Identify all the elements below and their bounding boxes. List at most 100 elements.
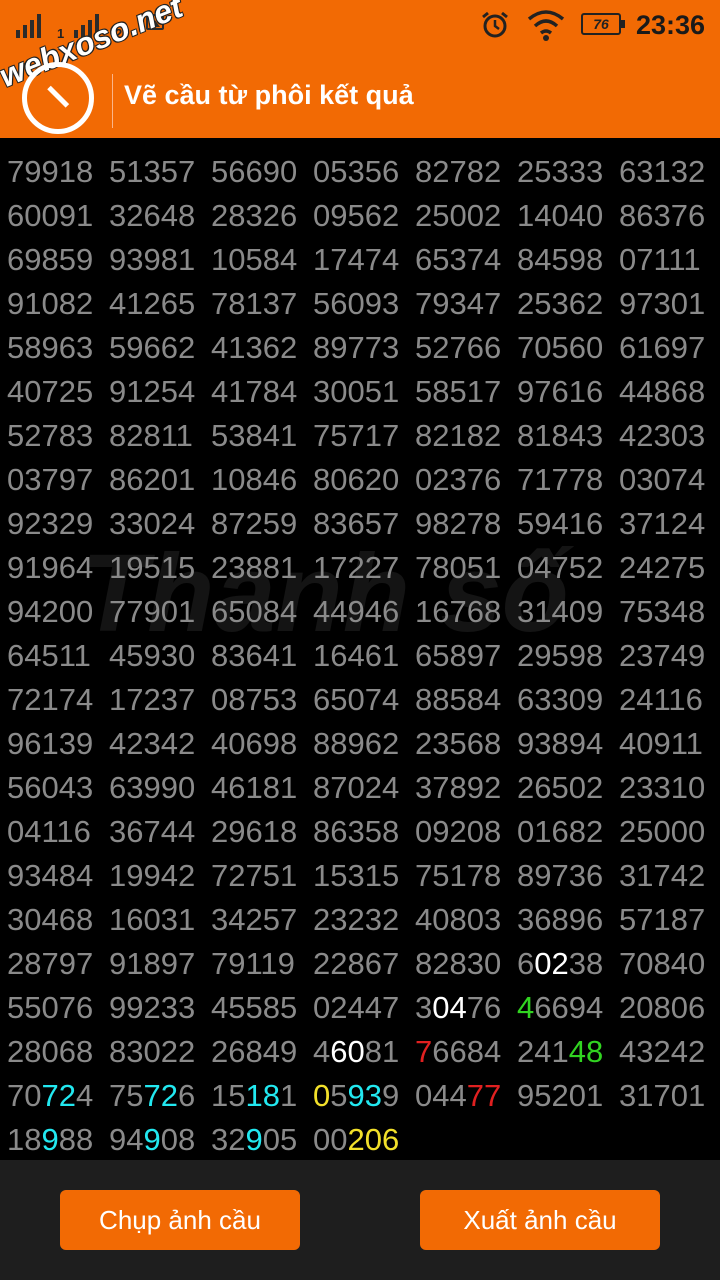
grid-cell[interactable]: 97616	[517, 374, 603, 410]
grid-cell[interactable]: 40725	[7, 374, 93, 410]
grid-cell[interactable]: 20806	[619, 990, 705, 1026]
grid-cell[interactable]: 91964	[7, 550, 93, 586]
grid-cell[interactable]: 55076	[7, 990, 93, 1026]
grid-cell[interactable]: 05356	[313, 154, 399, 190]
grid-cell[interactable]: 23881	[211, 550, 297, 586]
grid-cell[interactable]: 69859	[7, 242, 93, 278]
grid-cell[interactable]: 45930	[109, 638, 195, 674]
grid-cell[interactable]: 93981	[109, 242, 195, 278]
grid-cell[interactable]: 72751	[211, 858, 297, 894]
grid-cell[interactable]: 19942	[109, 858, 195, 894]
grid-cell[interactable]: 09208	[415, 814, 501, 850]
grid-cell[interactable]: 52766	[415, 330, 501, 366]
grid-cell[interactable]: 01682	[517, 814, 603, 850]
grid-cell[interactable]: 28797	[7, 946, 93, 982]
result-grid[interactable]: Thanh số 79918 51357 56690 05356 82782 25333 6…	[0, 138, 720, 1160]
grid-cell[interactable]: 22867	[313, 946, 399, 982]
grid-cell[interactable]: 56043	[7, 770, 93, 806]
grid-cell[interactable]: 37124	[619, 506, 705, 542]
grid-cell[interactable]: 93894	[517, 726, 603, 762]
clock-icon[interactable]	[22, 62, 94, 134]
grid-cell[interactable]: 80620	[313, 462, 399, 498]
grid-cell[interactable]: 25362	[517, 286, 603, 322]
grid-cell[interactable]: 94200	[7, 594, 93, 630]
grid-cell[interactable]: 17237	[109, 682, 195, 718]
grid-cell[interactable]: 82182	[415, 418, 501, 454]
grid-cell[interactable]: 40803	[415, 902, 501, 938]
grid-cell[interactable]: 92329	[7, 506, 93, 542]
grid-cell[interactable]: 86201	[109, 462, 195, 498]
grid-cell[interactable]: 36896	[517, 902, 603, 938]
capture-image-button[interactable]: Chụp ảnh cầu	[60, 1190, 300, 1250]
grid-cell[interactable]: 17474	[313, 242, 399, 278]
grid-cell[interactable]: 40911	[619, 726, 703, 762]
grid-cell[interactable]: 19515	[109, 550, 195, 586]
grid-cell[interactable]: 32648	[109, 198, 195, 234]
grid-cell[interactable]: 86376	[619, 198, 705, 234]
grid-cell[interactable]: 00206	[313, 1122, 399, 1158]
grid-cell[interactable]: 63990	[109, 770, 195, 806]
grid-cell[interactable]: 14040	[517, 198, 603, 234]
grid-cell[interactable]: 76684	[415, 1034, 501, 1070]
grid-cell[interactable]: 32905	[211, 1122, 297, 1158]
grid-cell[interactable]: 91082	[7, 286, 93, 322]
grid-cell[interactable]: 23232	[313, 902, 399, 938]
grid-cell[interactable]: 75178	[415, 858, 501, 894]
grid-cell[interactable]: 61697	[619, 330, 705, 366]
grid-cell[interactable]: 23310	[619, 770, 705, 806]
grid-cell[interactable]: 42342	[109, 726, 195, 762]
grid-cell[interactable]: 70560	[517, 330, 603, 366]
grid-cell[interactable]: 25333	[517, 154, 603, 190]
grid-cell[interactable]: 82782	[415, 154, 501, 190]
grid-cell[interactable]: 26849	[211, 1034, 297, 1070]
grid-cell[interactable]: 29598	[517, 638, 603, 674]
grid-cell[interactable]: 75726	[109, 1078, 195, 1114]
grid-cell[interactable]: 43242	[619, 1034, 705, 1070]
grid-cell[interactable]: 56690	[211, 154, 297, 190]
grid-cell[interactable]: 30468	[7, 902, 93, 938]
grid-cell[interactable]: 26502	[517, 770, 603, 806]
grid-cell[interactable]: 71778	[517, 462, 603, 498]
grid-cell[interactable]: 16031	[109, 902, 195, 938]
grid-cell[interactable]: 29618	[211, 814, 297, 850]
grid-cell[interactable]: 58517	[415, 374, 501, 410]
grid-cell[interactable]: 45585	[211, 990, 297, 1026]
grid-cell[interactable]: 04477	[415, 1078, 501, 1114]
grid-cell[interactable]: 91897	[109, 946, 195, 982]
grid-cell[interactable]: 41265	[109, 286, 195, 322]
grid-cell[interactable]: 51357	[109, 154, 195, 190]
grid-cell[interactable]: 18988	[7, 1122, 93, 1158]
grid-cell[interactable]: 65084	[211, 594, 297, 630]
grid-cell[interactable]: 33024	[109, 506, 195, 542]
grid-cell[interactable]: 93484	[7, 858, 93, 894]
grid-cell[interactable]: 98278	[415, 506, 501, 542]
grid-cell[interactable]: 15315	[313, 858, 399, 894]
grid-cell[interactable]: 99233	[109, 990, 195, 1026]
grid-cell[interactable]: 65374	[415, 242, 501, 278]
grid-cell[interactable]: 97301	[619, 286, 705, 322]
grid-cell[interactable]: 83657	[313, 506, 399, 542]
grid-cell[interactable]: 09562	[313, 198, 399, 234]
grid-cell[interactable]: 46181	[211, 770, 297, 806]
grid-cell[interactable]: 10846	[211, 462, 297, 498]
grid-cell[interactable]: 23749	[619, 638, 705, 674]
grid-cell[interactable]: 41362	[211, 330, 297, 366]
grid-cell[interactable]: 83641	[211, 638, 297, 674]
grid-cell[interactable]: 16768	[415, 594, 501, 630]
grid-cell[interactable]: 63132	[619, 154, 705, 190]
grid-cell[interactable]: 16461	[313, 638, 399, 674]
grid-cell[interactable]: 02376	[415, 462, 501, 498]
grid-cell[interactable]: 46081	[313, 1034, 399, 1070]
grid-cell[interactable]: 78137	[211, 286, 297, 322]
grid-cell[interactable]: 70840	[619, 946, 705, 982]
grid-cell[interactable]: 60091	[7, 198, 93, 234]
grid-cell[interactable]: 36744	[109, 814, 195, 850]
grid-cell[interactable]: 03074	[619, 462, 705, 498]
grid-cell[interactable]: 46694	[517, 990, 603, 1026]
grid-cell[interactable]: 28326	[211, 198, 297, 234]
grid-cell[interactable]: 44868	[619, 374, 705, 410]
grid-cell[interactable]: 05939	[313, 1078, 399, 1114]
grid-cell[interactable]: 91254	[109, 374, 195, 410]
grid-cell[interactable]: 04752	[517, 550, 603, 586]
grid-cell[interactable]: 63309	[517, 682, 603, 718]
